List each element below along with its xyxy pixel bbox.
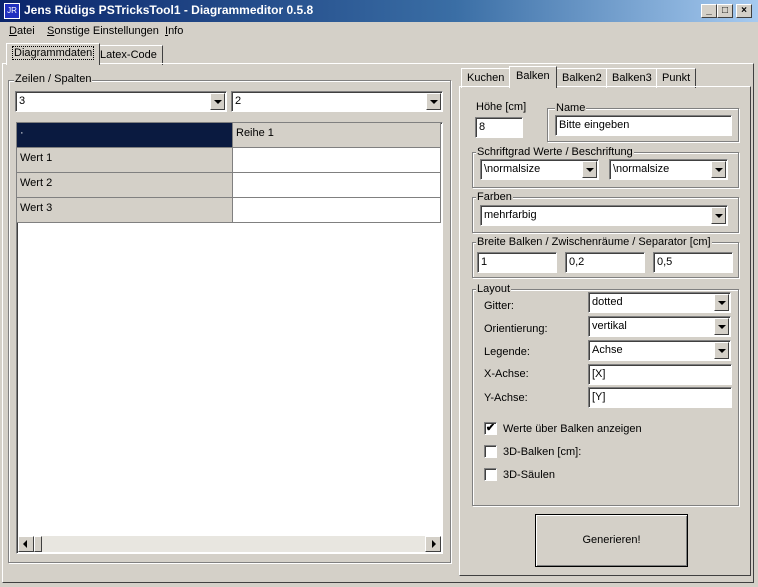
maximize-button[interactable]: □ — [717, 4, 733, 18]
tab-balken2[interactable]: Balken2 — [556, 68, 608, 88]
chevron-down-icon[interactable] — [714, 294, 729, 311]
hoehe-label: Höhe [cm] — [476, 101, 527, 113]
orientierung-select[interactable]: vertikal — [588, 316, 731, 337]
farben-label: Farben — [476, 191, 513, 203]
menu-info[interactable]: Info — [165, 25, 183, 37]
farben-select[interactable]: mehrfarbig — [480, 205, 728, 226]
rows-select[interactable]: 3 — [15, 91, 227, 112]
werte-ueber-balken-checkbox[interactable]: ✔ — [484, 422, 497, 435]
name-label: Name — [555, 102, 587, 114]
grid-corner-cell[interactable]: · — [17, 123, 233, 148]
breite-balken-input[interactable]: 1 — [477, 252, 557, 273]
rows-cols-group-label: Zeilen / Spalten — [14, 73, 93, 85]
schriftgrad-beschriftung-select[interactable]: \normalsize — [609, 159, 728, 180]
column-header[interactable]: Reihe 1 — [233, 123, 441, 148]
menu-datei[interactable]: Datei — [9, 25, 35, 37]
chevron-down-icon[interactable] — [210, 93, 225, 110]
window-title: Jens Rüdigs PSTricksTool1 - Diagrammedit… — [24, 3, 314, 17]
scroll-thumb[interactable] — [34, 536, 42, 552]
scroll-left-icon[interactable] — [18, 536, 34, 552]
chevron-down-icon[interactable] — [582, 161, 597, 178]
menu-bar: Datei Sonstige Einstellungen Info — [0, 22, 758, 42]
tab-balken[interactable]: Balken — [509, 66, 557, 88]
werte-ueber-balken-label[interactable]: Werte über Balken anzeigen — [503, 423, 642, 435]
close-button[interactable]: × — [736, 4, 752, 18]
gitter-label: Gitter: — [484, 300, 514, 312]
xachse-label: X-Achse: — [484, 368, 529, 380]
data-grid[interactable]: · Reihe 1 Wert 1 Wert 2 Wert 3 — [16, 122, 443, 554]
tab-latex-code[interactable]: Latex-Code — [94, 45, 163, 65]
minimize-button[interactable]: _ — [701, 4, 717, 18]
legende-select[interactable]: Achse — [588, 340, 731, 361]
3d-saeulen-checkbox[interactable] — [484, 468, 497, 481]
hoehe-input[interactable]: 8 — [475, 117, 523, 138]
xachse-input[interactable]: [X] — [588, 364, 732, 385]
generate-button[interactable]: Generieren! — [535, 514, 688, 567]
schriftgrad-label: Schriftgrad Werte / Beschriftung — [476, 146, 634, 158]
3d-saeulen-label[interactable]: 3D-Säulen — [503, 469, 555, 481]
app-icon: JR — [4, 3, 20, 19]
chevron-down-icon[interactable] — [714, 318, 729, 335]
chevron-down-icon[interactable] — [714, 342, 729, 359]
breite-label: Breite Balken / Zwischenräume / Separato… — [476, 236, 712, 248]
row-header[interactable]: Wert 3 — [17, 198, 233, 223]
chevron-down-icon[interactable] — [711, 161, 726, 178]
tab-balken3[interactable]: Balken3 — [606, 68, 658, 88]
scroll-right-icon[interactable] — [425, 536, 441, 552]
layout-label: Layout — [476, 283, 512, 295]
chevron-down-icon[interactable] — [711, 207, 726, 224]
separator-input[interactable]: 0,5 — [653, 252, 733, 273]
chevron-down-icon[interactable] — [426, 93, 441, 110]
yachse-label: Y-Achse: — [484, 392, 528, 404]
zwischenraeume-input[interactable]: 0,2 — [565, 252, 645, 273]
name-input[interactable]: Bitte eingeben — [555, 115, 732, 136]
schriftgrad-werte-select[interactable]: \normalsize — [480, 159, 599, 180]
tab-punkt[interactable]: Punkt — [656, 68, 697, 88]
tab-diagrammdaten[interactable]: Diagrammdaten — [6, 43, 101, 65]
tab-kuchen[interactable]: Kuchen — [461, 68, 511, 88]
row-header[interactable]: Wert 2 — [17, 173, 233, 198]
gitter-select[interactable]: dotted — [588, 292, 731, 313]
yachse-input[interactable]: [Y] — [588, 387, 732, 408]
horizontal-scrollbar[interactable] — [18, 536, 441, 552]
row-header[interactable]: Wert 1 — [17, 148, 233, 173]
3d-balken-checkbox[interactable] — [484, 445, 497, 458]
menu-sonstige-einstellungen[interactable]: Sonstige Einstellungen — [47, 25, 159, 37]
grid-cell[interactable] — [233, 148, 441, 173]
title-bar[interactable]: JR Jens Rüdigs PSTricksTool1 - Diagramme… — [0, 0, 758, 22]
legende-label: Legende: — [484, 346, 530, 358]
grid-cell[interactable] — [233, 173, 441, 198]
cols-select[interactable]: 2 — [231, 91, 443, 112]
3d-balken-label[interactable]: 3D-Balken [cm]: — [503, 446, 581, 458]
grid-cell[interactable] — [233, 198, 441, 223]
orientierung-label: Orientierung: — [484, 323, 548, 335]
